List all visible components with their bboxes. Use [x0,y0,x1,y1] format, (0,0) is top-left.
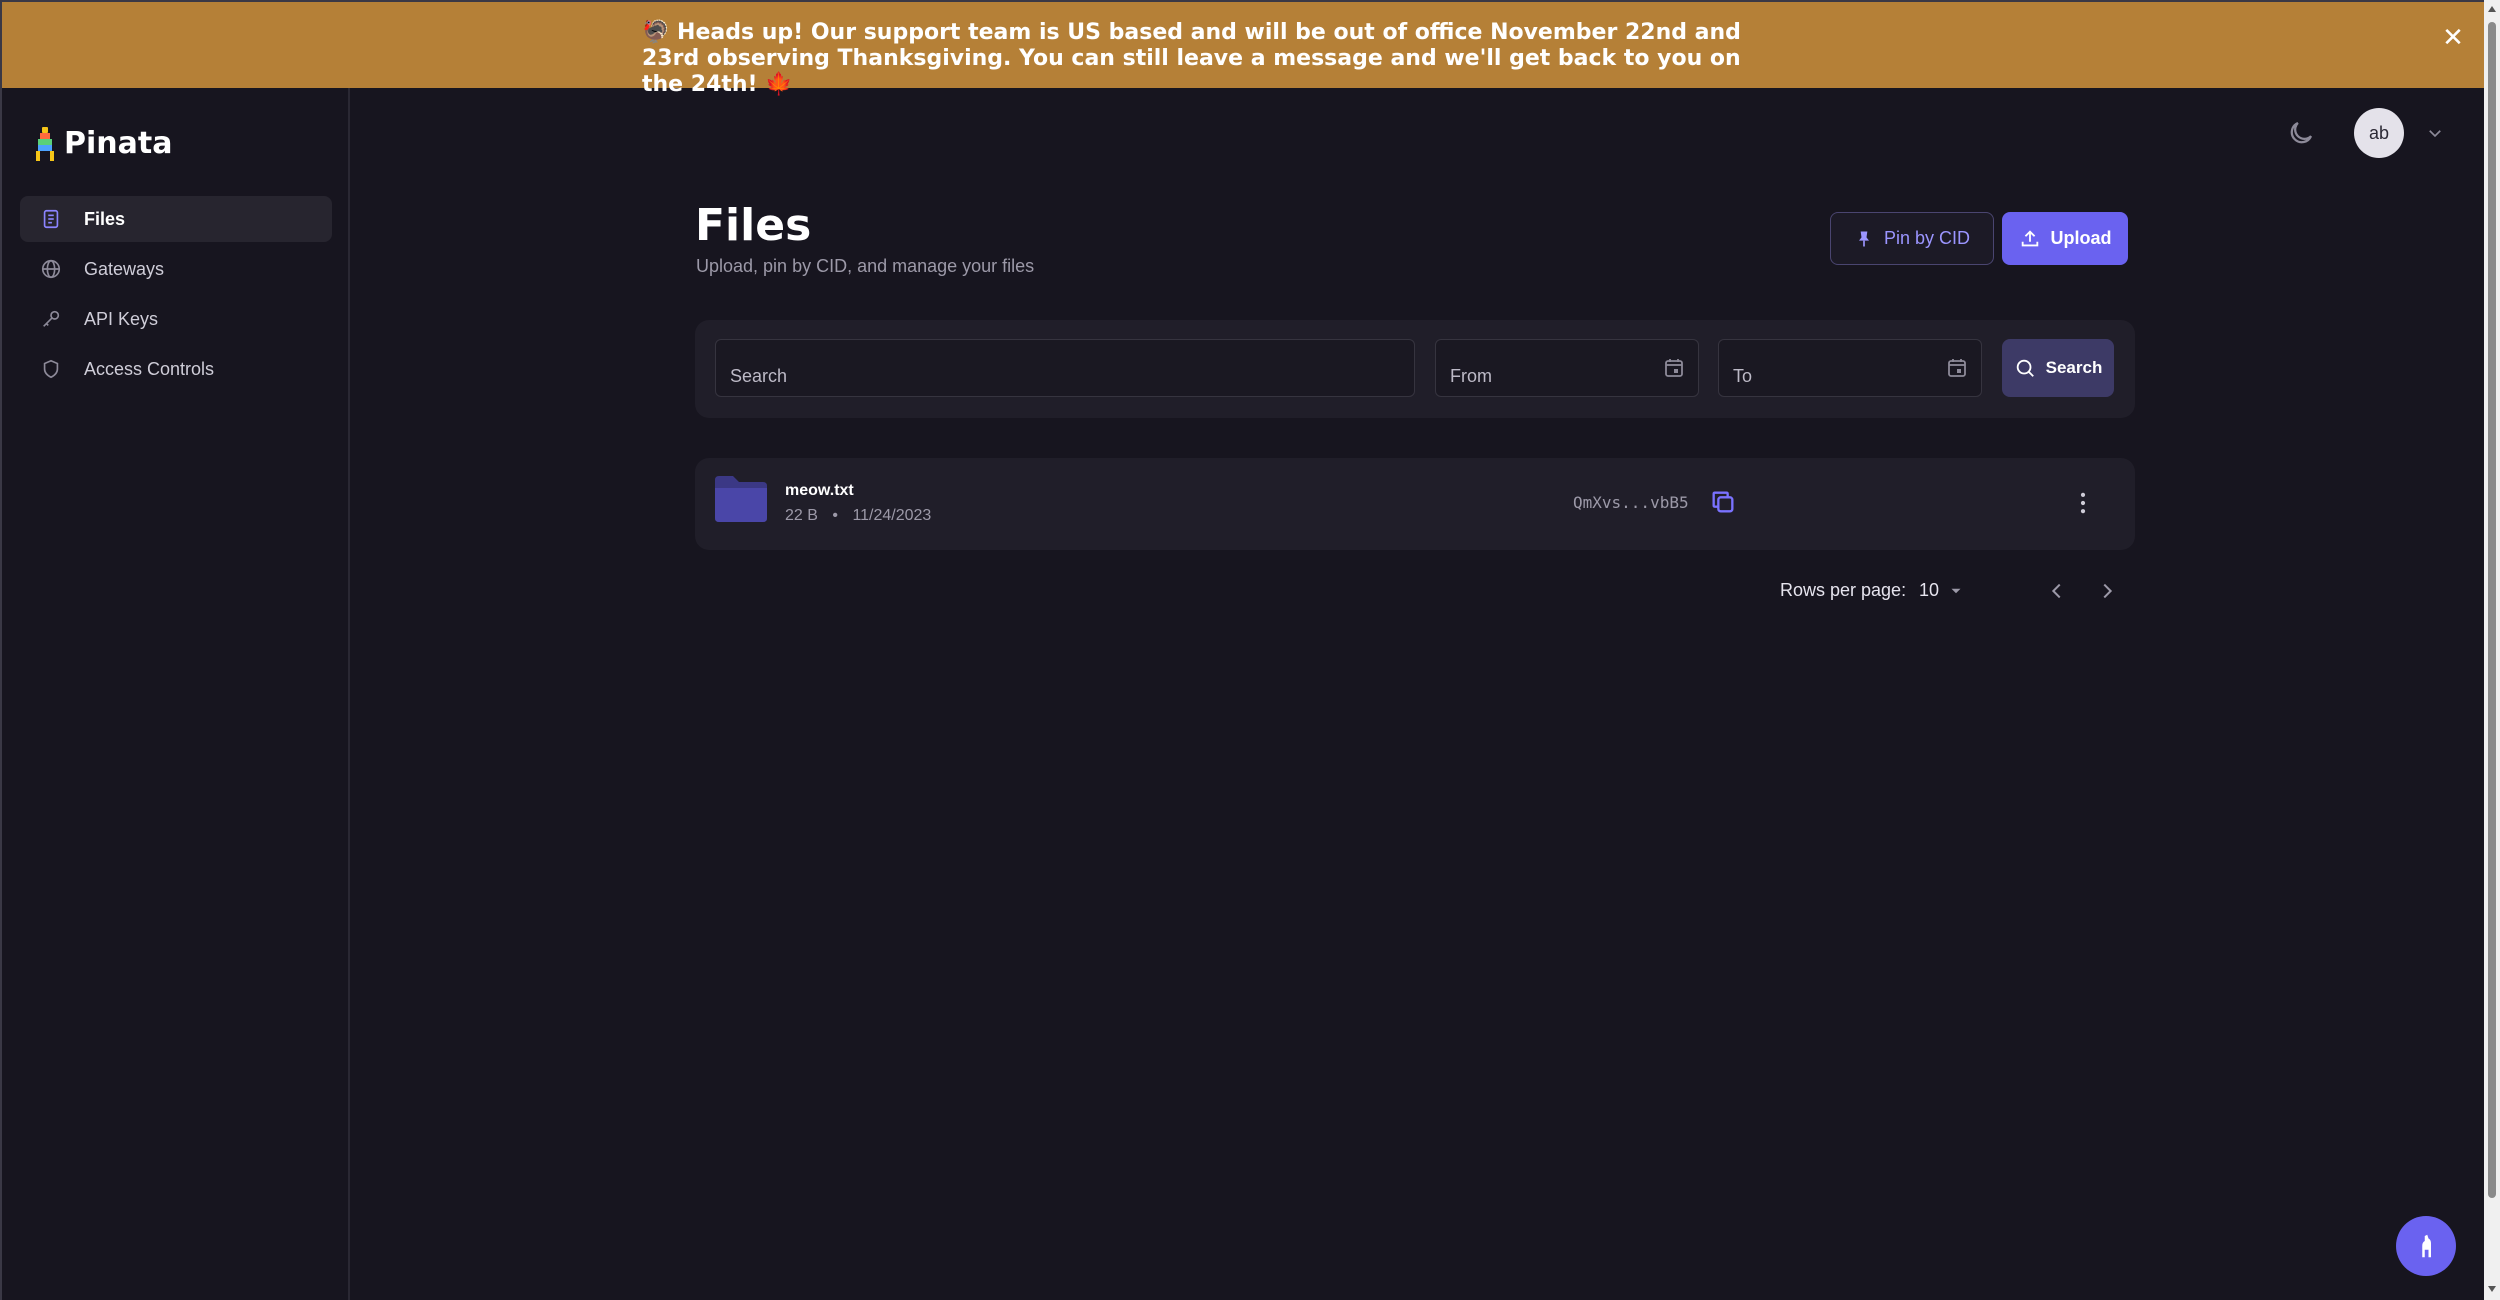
upload-label: Upload [2050,228,2112,248]
copy-icon[interactable] [1709,488,1737,516]
file-name[interactable]: meow.txt [785,482,854,500]
folder-icon [715,476,767,522]
app-frame [0,0,2484,1300]
caret-down-icon [1951,588,1961,594]
file-date: 11/24/2023 [852,507,932,524]
page-subtitle: Upload, pin by CID, and manage your file… [696,256,1035,276]
sidebar-item-label: API Keys [84,308,159,329]
scroll-up-icon[interactable] [2487,4,2497,14]
from-date-input[interactable]: From [1435,339,1699,397]
chevron-down-icon[interactable] [2426,124,2444,142]
shield-icon [43,359,59,379]
sidebar-item-label: Gateways [84,258,165,279]
upload-icon [2021,229,2038,246]
chevron-left-icon[interactable] [2046,580,2068,602]
sidebar-item-label: Access Controls [84,358,215,379]
search-button[interactable]: Search [2002,339,2114,397]
avatar[interactable]: ab [2354,108,2404,158]
close-icon[interactable]: ✕ [2438,22,2468,52]
file-meta: 22 B • 11/24/2023 [785,507,931,525]
calendar-icon[interactable] [1662,356,1686,380]
search-input[interactable]: Search [715,339,1415,397]
page-title: Files [695,200,812,251]
sidebar: Pinata Files Gateways API Keys Access Co… [2,88,350,1300]
file-icon [43,209,59,229]
table-row[interactable]: meow.txt 22 B • 11/24/2023 QmXvs...vbB5 [695,458,2135,550]
llama-icon [2422,1234,2431,1258]
from-placeholder: From [1450,366,1492,386]
calendar-icon[interactable] [1945,356,1969,380]
help-chat-button[interactable] [2396,1216,2456,1276]
upload-button[interactable]: Upload [2002,212,2128,265]
filter-bar: Search From To Search [695,320,2135,418]
globe-icon [41,259,61,279]
pinata-logo-icon [36,126,56,161]
rows-per-page-label: Rows per page: [1780,580,1907,600]
sidebar-item-files[interactable]: Files [20,196,332,242]
search-button-label: Search [2045,358,2103,377]
to-date-input[interactable]: To [1718,339,1982,397]
pin-by-cid-label: Pin by CID [1883,228,1971,248]
scroll-thumb[interactable] [2488,22,2496,1198]
sidebar-item-api-keys[interactable]: API Keys [20,296,332,342]
pin-icon [1858,231,1869,246]
rows-per-page-select[interactable]: 10 [1919,580,1965,610]
scrollbar[interactable] [2484,0,2500,1300]
more-options-icon[interactable] [2069,488,2097,518]
file-size: 22 B [785,507,818,524]
moon-icon[interactable] [2286,118,2316,148]
banner-text: 🦃 Heads up! Our support team is US based… [642,20,1741,97]
key-icon [43,310,60,327]
brand-name: Pinata [64,126,173,161]
announcement-banner: 🦃 Heads up! Our support team is US based… [2,2,2484,97]
logo[interactable]: Pinata [36,126,172,161]
file-cid: QmXvs...vbB5 [1573,493,1689,512]
chevron-right-icon[interactable] [2096,580,2118,602]
scroll-down-icon[interactable] [2487,1284,2497,1294]
sidebar-item-label: Files [84,208,126,229]
search-icon [2016,359,2034,377]
meta-separator: • [832,507,838,524]
sidebar-item-access-controls[interactable]: Access Controls [20,346,332,392]
pin-by-cid-button[interactable]: Pin by CID [1830,212,1994,265]
sidebar-item-gateways[interactable]: Gateways [20,246,332,292]
rows-per-page-value: 10 [1919,580,1940,600]
sidebar-nav: Files Gateways API Keys Access Controls [20,196,332,396]
to-placeholder: To [1733,366,1753,386]
